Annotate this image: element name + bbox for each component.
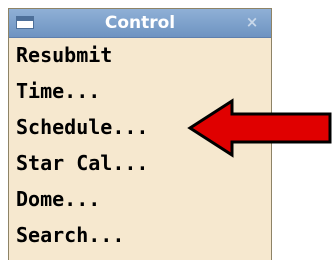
red-arrow-annotation — [187, 98, 332, 158]
arrow-shape — [187, 98, 332, 158]
